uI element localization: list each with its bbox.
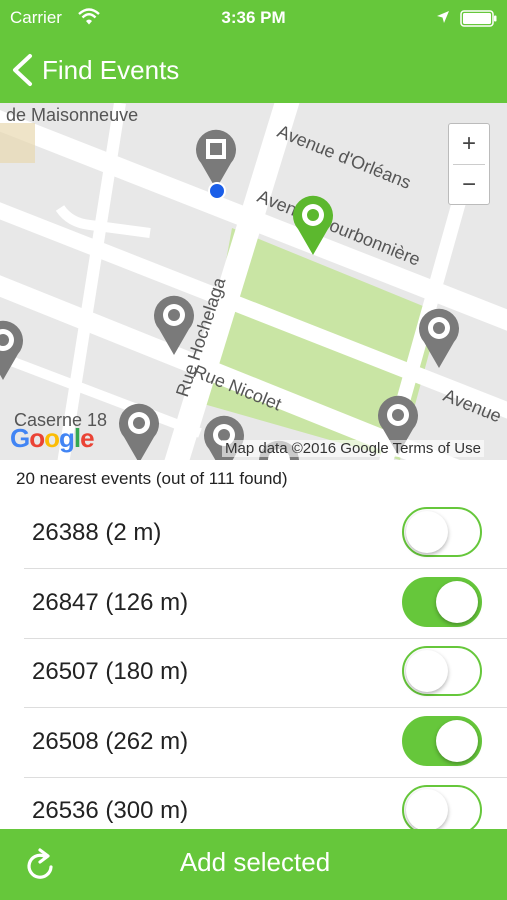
toggle-knob bbox=[406, 650, 448, 692]
event-marker[interactable] bbox=[151, 293, 197, 357]
add-selected-button[interactable]: Add selected bbox=[150, 847, 360, 878]
event-marker-selected[interactable] bbox=[290, 193, 336, 257]
clock: 3:36 PM bbox=[221, 8, 286, 27]
event-label: 26536 (300 m) bbox=[32, 797, 189, 824]
event-label: 26508 (262 m) bbox=[32, 728, 189, 755]
event-marker[interactable] bbox=[0, 318, 26, 382]
zoom-in-button[interactable]: + bbox=[449, 124, 489, 164]
bottom-toolbar: Add selected bbox=[0, 829, 507, 900]
event-row: 26508 (262 m) bbox=[24, 708, 507, 778]
chevron-left-icon bbox=[13, 54, 32, 86]
map-copyright-link[interactable]: Map data ©2016 Google Terms of Use bbox=[222, 440, 484, 457]
event-row: 26388 (2 m) bbox=[24, 499, 507, 569]
back-button[interactable]: Find Events bbox=[10, 50, 179, 90]
event-marker[interactable] bbox=[416, 306, 462, 370]
refresh-icon[interactable] bbox=[24, 847, 58, 883]
status-bar: Carrier 3:36 PM bbox=[0, 0, 507, 36]
nav-title: Find Events bbox=[42, 54, 180, 85]
event-row: 26847 (126 m) bbox=[24, 569, 507, 639]
street-label: de Maisonneuve bbox=[6, 105, 139, 125]
top-bar: Carrier 3:36 PM Find Events bbox=[0, 0, 507, 103]
event-select-toggle[interactable] bbox=[402, 716, 482, 766]
event-label: 26847 (126 m) bbox=[32, 589, 189, 616]
toggle-knob bbox=[406, 789, 448, 831]
event-select-toggle[interactable] bbox=[402, 577, 482, 627]
zoom-out-button[interactable]: − bbox=[449, 165, 489, 205]
toggle-knob bbox=[406, 511, 448, 553]
event-label: 26388 (2 m) bbox=[32, 519, 162, 546]
location-arrow-icon bbox=[437, 11, 449, 23]
event-select-toggle[interactable] bbox=[402, 785, 482, 835]
toggle-knob bbox=[436, 581, 478, 623]
toggle-knob bbox=[436, 720, 478, 762]
results-summary: 20 nearest events (out of 111 found) bbox=[16, 469, 288, 488]
event-label: 26507 (180 m) bbox=[32, 658, 189, 685]
event-marker[interactable] bbox=[116, 401, 162, 460]
event-select-toggle[interactable] bbox=[402, 646, 482, 696]
zoom-controls: + − bbox=[448, 123, 490, 205]
current-location-dot bbox=[208, 182, 226, 200]
navigation-bar: Find Events bbox=[0, 36, 507, 103]
battery-icon bbox=[460, 10, 497, 27]
event-select-toggle[interactable] bbox=[402, 507, 482, 557]
google-logo: Google bbox=[10, 423, 95, 453]
map-view[interactable]: de Maisonneuve Avenue d'Orléans Avenue B… bbox=[0, 103, 507, 460]
event-row: 26507 (180 m) bbox=[24, 638, 507, 708]
